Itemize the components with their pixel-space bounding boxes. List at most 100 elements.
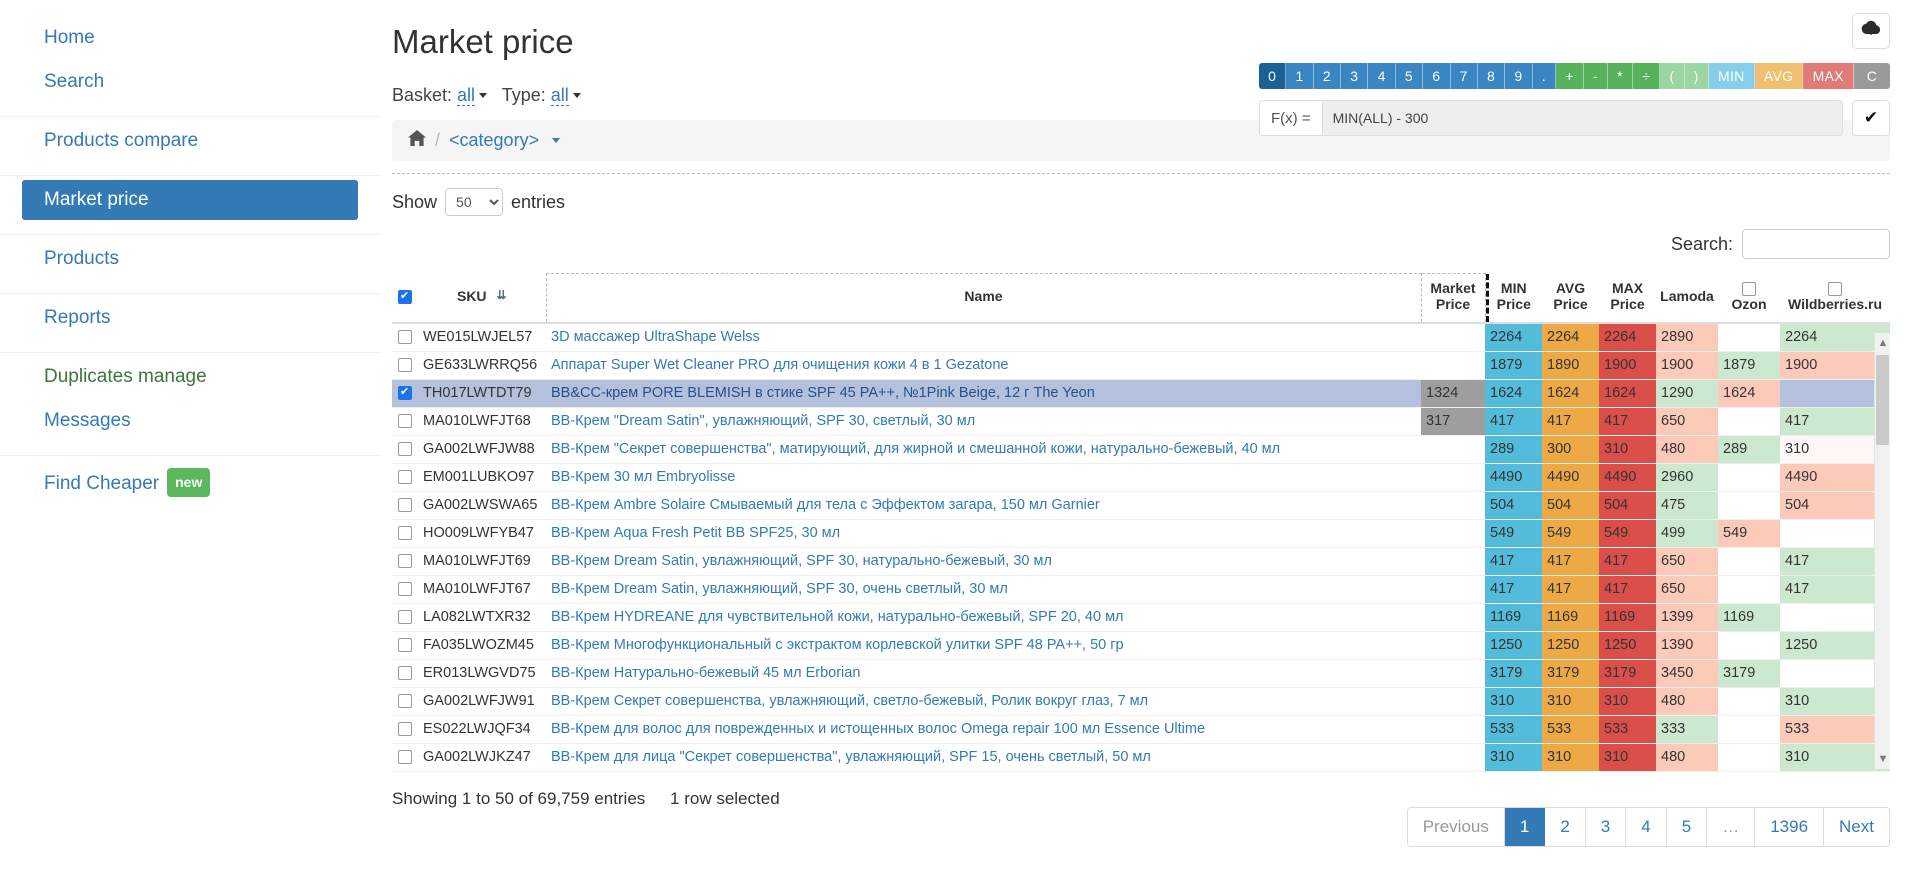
page-5[interactable]: 5 bbox=[1666, 807, 1708, 846]
table-row[interactable]: ES022LWJQF34 BB-Крем для волос для повреж… bbox=[392, 715, 1890, 744]
cell-ozon-price[interactable] bbox=[1718, 687, 1780, 716]
type-filter-dropdown[interactable]: all bbox=[550, 85, 569, 106]
sidebar-item-find-cheaper[interactable]: Find Cheaper new bbox=[22, 460, 358, 505]
cell-ozon-price[interactable]: 3179 bbox=[1718, 659, 1780, 688]
cell-min-price[interactable]: 4490 bbox=[1485, 463, 1542, 492]
cell-max-price[interactable]: 504 bbox=[1599, 491, 1656, 520]
cell-lamoda-price[interactable]: 480 bbox=[1656, 435, 1718, 464]
cell-min-price[interactable]: 549 bbox=[1485, 519, 1542, 548]
col-lamoda-header[interactable]: Lamoda bbox=[1656, 273, 1718, 324]
cell-ozon-price[interactable] bbox=[1718, 743, 1780, 772]
sidebar-item-search[interactable]: Search bbox=[22, 62, 358, 102]
search-input[interactable] bbox=[1742, 229, 1890, 259]
product-name-link[interactable]: 3D массажер UltraShape Welss bbox=[551, 329, 760, 345]
row-checkbox[interactable] bbox=[398, 582, 412, 597]
col-min-price-header[interactable]: MIN Price bbox=[1485, 273, 1542, 324]
cell-avg-price[interactable]: 3179 bbox=[1542, 659, 1599, 688]
calc-key-6[interactable]: 6 bbox=[1423, 63, 1451, 89]
cell-ozon-price[interactable] bbox=[1718, 491, 1780, 520]
table-row[interactable]: HO009LWFYB47 BB-Крем Aqua Fresh Petit BB … bbox=[392, 519, 1890, 548]
cell-avg-price[interactable]: 1624 bbox=[1542, 379, 1599, 408]
cell-lamoda-price[interactable]: 333 bbox=[1656, 715, 1718, 744]
cell-avg-price[interactable]: 1890 bbox=[1542, 351, 1599, 380]
calc-key-[interactable]: ) bbox=[1684, 63, 1709, 89]
type-caret-icon[interactable] bbox=[572, 93, 581, 98]
cell-avg-price[interactable]: 2264 bbox=[1542, 323, 1599, 352]
cell-max-price[interactable]: 1624 bbox=[1599, 379, 1656, 408]
col-ozon-header[interactable]: Ozon bbox=[1718, 273, 1780, 324]
cell-max-price[interactable]: 3179 bbox=[1599, 659, 1656, 688]
cell-min-price[interactable]: 1169 bbox=[1485, 603, 1542, 632]
product-name-link[interactable]: BB-Крем HYDREANE для чувствительной кожи… bbox=[551, 609, 1124, 625]
scroll-up-icon[interactable]: ▲ bbox=[1875, 334, 1891, 352]
row-checkbox[interactable] bbox=[398, 666, 412, 681]
product-name-link[interactable]: BB-Крем "Dream Satin", увлажняющий, SPF … bbox=[551, 413, 975, 429]
page-next[interactable]: Next bbox=[1824, 807, 1889, 846]
sidebar-item-duplicates-manage[interactable]: Duplicates manage bbox=[22, 357, 358, 397]
calc-key-1[interactable]: 1 bbox=[1286, 63, 1314, 89]
ozon-column-checkbox[interactable] bbox=[1742, 281, 1756, 296]
formula-input[interactable] bbox=[1322, 101, 1842, 135]
calc-key-7[interactable]: 7 bbox=[1450, 63, 1478, 89]
cell-avg-price[interactable]: 310 bbox=[1542, 687, 1599, 716]
cell-max-price[interactable]: 310 bbox=[1599, 435, 1656, 464]
cell-market-price[interactable] bbox=[1421, 519, 1485, 548]
sidebar-item-messages[interactable]: Messages bbox=[22, 401, 358, 441]
cell-max-price[interactable]: 417 bbox=[1599, 407, 1656, 436]
home-icon[interactable] bbox=[408, 130, 426, 151]
cell-avg-price[interactable]: 417 bbox=[1542, 407, 1599, 436]
row-checkbox[interactable] bbox=[398, 554, 412, 569]
product-name-link[interactable]: BB-Крем для волос для поврежденных и ист… bbox=[551, 721, 1205, 737]
row-checkbox[interactable] bbox=[398, 526, 412, 541]
calc-key-[interactable]: + bbox=[1556, 63, 1584, 89]
cell-min-price[interactable]: 310 bbox=[1485, 687, 1542, 716]
wildberries-column-checkbox[interactable] bbox=[1828, 281, 1842, 296]
product-name-link[interactable]: BB-Крем "Секрет совершенства", матирующи… bbox=[551, 441, 1280, 457]
cell-ozon-price[interactable] bbox=[1718, 575, 1780, 604]
cell-min-price[interactable]: 1250 bbox=[1485, 631, 1542, 660]
cell-market-price[interactable] bbox=[1421, 603, 1485, 632]
calc-key-AVG[interactable]: AVG bbox=[1754, 63, 1804, 89]
col-market-price-header[interactable]: Market Price bbox=[1420, 273, 1486, 324]
row-checkbox[interactable] bbox=[398, 750, 412, 765]
calc-key-4[interactable]: 4 bbox=[1368, 63, 1396, 89]
cell-max-price[interactable]: 1250 bbox=[1599, 631, 1656, 660]
calc-key-8[interactable]: 8 bbox=[1477, 63, 1506, 89]
row-select-cell[interactable] bbox=[392, 519, 418, 548]
table-row[interactable]: MA010LWFJT68 BB-Крем "Dream Satin", увлаж… bbox=[392, 407, 1890, 436]
cell-market-price[interactable] bbox=[1421, 491, 1485, 520]
cell-max-price[interactable]: 1900 bbox=[1599, 351, 1656, 380]
cell-min-price[interactable]: 533 bbox=[1485, 715, 1542, 744]
table-row[interactable]: GA002LWFJW91 BB-Крем Секрет совершенства,… bbox=[392, 687, 1890, 716]
product-name-link[interactable]: BB-Крем Dream Satin, увлажняющий, SPF 30… bbox=[551, 553, 1052, 569]
apply-formula-button[interactable]: ✔ bbox=[1852, 100, 1890, 136]
table-row[interactable]: TH017LWTDT79 BB&CC-крем PORE BLEMISH в ст… bbox=[392, 379, 1890, 408]
cell-lamoda-price[interactable]: 475 bbox=[1656, 491, 1718, 520]
cell-min-price[interactable]: 417 bbox=[1485, 575, 1542, 604]
cell-max-price[interactable]: 533 bbox=[1599, 715, 1656, 744]
cell-avg-price[interactable]: 533 bbox=[1542, 715, 1599, 744]
row-select-cell[interactable] bbox=[392, 435, 418, 464]
row-select-cell[interactable] bbox=[392, 547, 418, 576]
cell-market-price[interactable] bbox=[1421, 435, 1485, 464]
calc-key-[interactable]: - bbox=[1583, 63, 1609, 89]
cell-min-price[interactable]: 289 bbox=[1485, 435, 1542, 464]
page-2[interactable]: 2 bbox=[1545, 807, 1586, 846]
cell-lamoda-price[interactable]: 1399 bbox=[1656, 603, 1718, 632]
product-name-link[interactable]: BB-Крем Натурально-бежевый 45 мл Erboria… bbox=[551, 665, 860, 681]
table-row[interactable]: EM001LUBKO97 BB-Крем 30 мл Embryolisse 449… bbox=[392, 463, 1890, 492]
cell-min-price[interactable]: 1624 bbox=[1485, 379, 1542, 408]
col-avg-price-header[interactable]: AVG Price bbox=[1542, 273, 1599, 324]
cell-market-price[interactable] bbox=[1421, 659, 1485, 688]
cell-min-price[interactable]: 417 bbox=[1485, 547, 1542, 576]
cell-lamoda-price[interactable]: 650 bbox=[1656, 547, 1718, 576]
calc-key-[interactable]: . bbox=[1532, 63, 1557, 89]
product-name-link[interactable]: BB-Крем Aqua Fresh Petit BB SPF25, 30 мл bbox=[551, 525, 840, 541]
product-name-link[interactable]: BB&CC-крем PORE BLEMISH в стике SPF 45 P… bbox=[551, 385, 1095, 401]
row-checkbox[interactable] bbox=[398, 442, 412, 457]
table-row[interactable]: MA010LWFJT69 BB-Крем Dream Satin, увлажня… bbox=[392, 547, 1890, 576]
cell-market-price[interactable] bbox=[1421, 323, 1485, 352]
cell-max-price[interactable]: 310 bbox=[1599, 743, 1656, 772]
row-select-cell[interactable] bbox=[392, 743, 418, 772]
page-3[interactable]: 3 bbox=[1585, 807, 1627, 846]
